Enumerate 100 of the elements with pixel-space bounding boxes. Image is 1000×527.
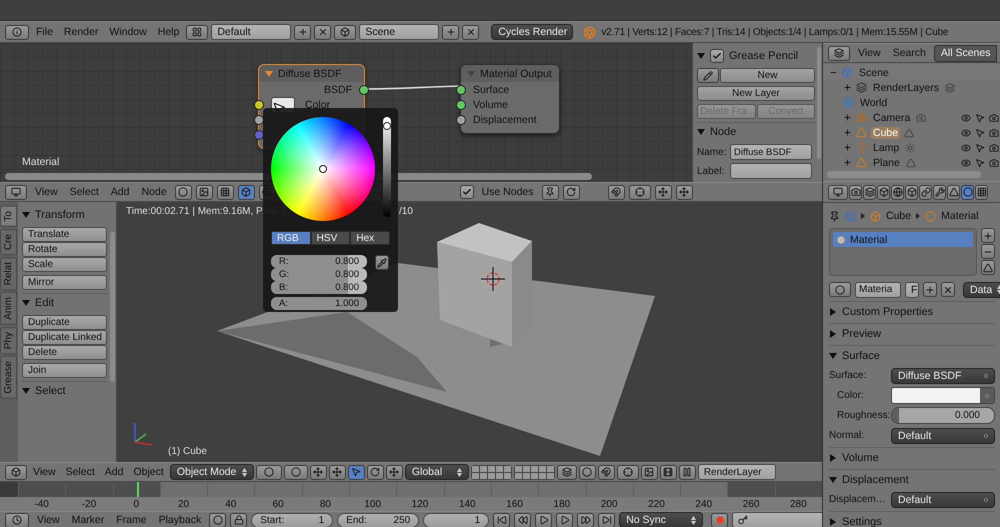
layout-field[interactable]: Default — [211, 24, 292, 40]
layers-tab-icon[interactable] — [863, 184, 876, 200]
arrows-icon[interactable] — [310, 464, 327, 480]
scrollbar[interactable] — [827, 171, 981, 178]
menu-item[interactable]: Select — [62, 466, 99, 478]
panel-title[interactable]: Volume — [842, 452, 879, 464]
color-field[interactable] — [891, 387, 995, 404]
end-frame-field[interactable]: End: 250 — [337, 512, 420, 527]
tool-button[interactable]: Duplicate Linked — [22, 330, 107, 345]
tool-button[interactable]: Delete — [22, 345, 107, 360]
tool-button[interactable]: Duplicate — [22, 315, 107, 330]
constraints-tab-icon[interactable] — [919, 184, 932, 200]
playhead[interactable] — [136, 482, 139, 497]
scrollbar[interactable] — [817, 47, 821, 159]
collapse-triangle-icon[interactable] — [22, 299, 30, 307]
menu-item[interactable]: Node — [137, 186, 171, 198]
render-layer-field[interactable]: RenderLayer — [698, 464, 776, 480]
expand-icon[interactable] — [843, 158, 852, 167]
collapse-triangle-icon[interactable] — [829, 476, 837, 484]
expand-icon[interactable] — [843, 143, 852, 152]
close-icon[interactable] — [314, 24, 332, 40]
camera-icon[interactable] — [989, 128, 999, 138]
tree-item[interactable]: Scene — [857, 66, 891, 78]
breadcrumb-item[interactable]: Material — [941, 210, 978, 222]
pencil-icon[interactable] — [697, 68, 719, 83]
skip-back-icon[interactable] — [493, 512, 510, 527]
checkbox[interactable] — [460, 185, 474, 199]
expand-icon[interactable] — [843, 83, 852, 92]
menu-item[interactable]: Window — [105, 26, 151, 38]
start-frame-field[interactable]: Start: 1 — [251, 512, 334, 527]
menu-item[interactable]: Frame — [112, 514, 151, 526]
layer-grid[interactable] — [514, 464, 555, 480]
menu-item[interactable]: Add — [106, 186, 134, 198]
filter-dropdown[interactable]: All Scenes — [934, 44, 998, 62]
shelf-tab[interactable]: Grease — [0, 356, 17, 399]
material-slot[interactable]: Material — [833, 232, 973, 247]
shelf-tab[interactable]: Relat — [0, 256, 17, 290]
image-icon[interactable] — [640, 464, 658, 480]
expand-triangle-icon[interactable] — [829, 308, 837, 316]
texture-tab-icon[interactable] — [975, 184, 988, 200]
skip-forward-icon[interactable] — [598, 512, 616, 527]
tool-button[interactable]: Rotate — [22, 242, 107, 257]
panel-title[interactable]: Settings — [842, 516, 882, 527]
tool-button[interactable]: Join — [22, 363, 107, 378]
expand-icon[interactable] — [843, 128, 852, 137]
rewind-icon[interactable] — [514, 512, 532, 527]
keyframe-icon[interactable] — [209, 512, 226, 527]
tree-item[interactable]: Camera — [871, 112, 912, 124]
editor-type-icon[interactable] — [5, 184, 27, 200]
close-icon[interactable] — [462, 24, 480, 40]
name-field[interactable]: Diffuse BSDF — [730, 144, 812, 160]
menu-item[interactable]: File — [32, 26, 57, 38]
menu-item[interactable]: View — [33, 514, 64, 526]
render-engine-dropdown[interactable]: Cycles Render — [491, 24, 574, 40]
pin-icon[interactable] — [542, 184, 559, 200]
eye-icon[interactable] — [961, 128, 971, 138]
menu-item[interactable]: View — [29, 466, 60, 478]
mode-tab[interactable]: HSV — [310, 231, 350, 245]
editor-type-icon[interactable] — [828, 184, 848, 200]
menu-item[interactable]: Select — [66, 186, 103, 198]
plus-icon[interactable] — [294, 24, 312, 40]
fake-user-button[interactable]: F — [905, 282, 919, 298]
checkbox[interactable] — [710, 49, 724, 63]
eye-icon[interactable] — [961, 142, 971, 152]
collapse-triangle-icon[interactable] — [22, 211, 30, 219]
tree-item[interactable]: World — [858, 96, 890, 108]
snap-icon[interactable] — [628, 184, 651, 200]
collapse-triangle-icon[interactable] — [22, 387, 30, 395]
mode-dropdown[interactable]: Object Mode — [170, 464, 254, 480]
value-slider[interactable] — [383, 117, 391, 217]
expand-icon[interactable] — [843, 113, 852, 122]
modifiers-tab-icon[interactable] — [933, 184, 946, 200]
collapse-triangle-icon[interactable] — [829, 352, 837, 360]
link-dropdown[interactable]: Data — [963, 282, 1000, 298]
close-icon[interactable] — [941, 282, 955, 297]
tool-button[interactable]: Scale — [22, 257, 107, 272]
rotate-icon[interactable] — [366, 464, 384, 480]
breadcrumb-item[interactable]: Cube — [886, 210, 912, 222]
minus-icon[interactable] — [981, 244, 995, 259]
fast-forward-icon[interactable] — [577, 512, 594, 527]
lock-icon[interactable] — [230, 512, 248, 527]
slider-thumb[interactable] — [383, 122, 391, 130]
plus-icon[interactable] — [442, 24, 460, 40]
collapse-triangle-icon[interactable] — [697, 52, 705, 60]
layer-grid[interactable] — [470, 464, 512, 480]
magnet-icon[interactable] — [598, 464, 615, 480]
menu-item[interactable]: Add — [100, 466, 128, 478]
world-tab-icon[interactable] — [891, 184, 904, 200]
scene-icon[interactable] — [334, 24, 356, 40]
scrollbar[interactable] — [110, 232, 115, 382]
cube-icon[interactable] — [238, 184, 255, 200]
magnet-icon[interactable] — [608, 184, 625, 200]
scene-field[interactable]: Scene — [359, 24, 440, 40]
socket[interactable] — [359, 85, 369, 95]
view-cube-icon[interactable] — [5, 464, 27, 480]
eye-icon[interactable] — [961, 158, 971, 168]
label-field[interactable] — [730, 163, 812, 179]
menu-item[interactable]: Marker — [68, 514, 108, 526]
info-icon[interactable] — [5, 24, 29, 40]
grid-icon[interactable] — [216, 184, 234, 200]
